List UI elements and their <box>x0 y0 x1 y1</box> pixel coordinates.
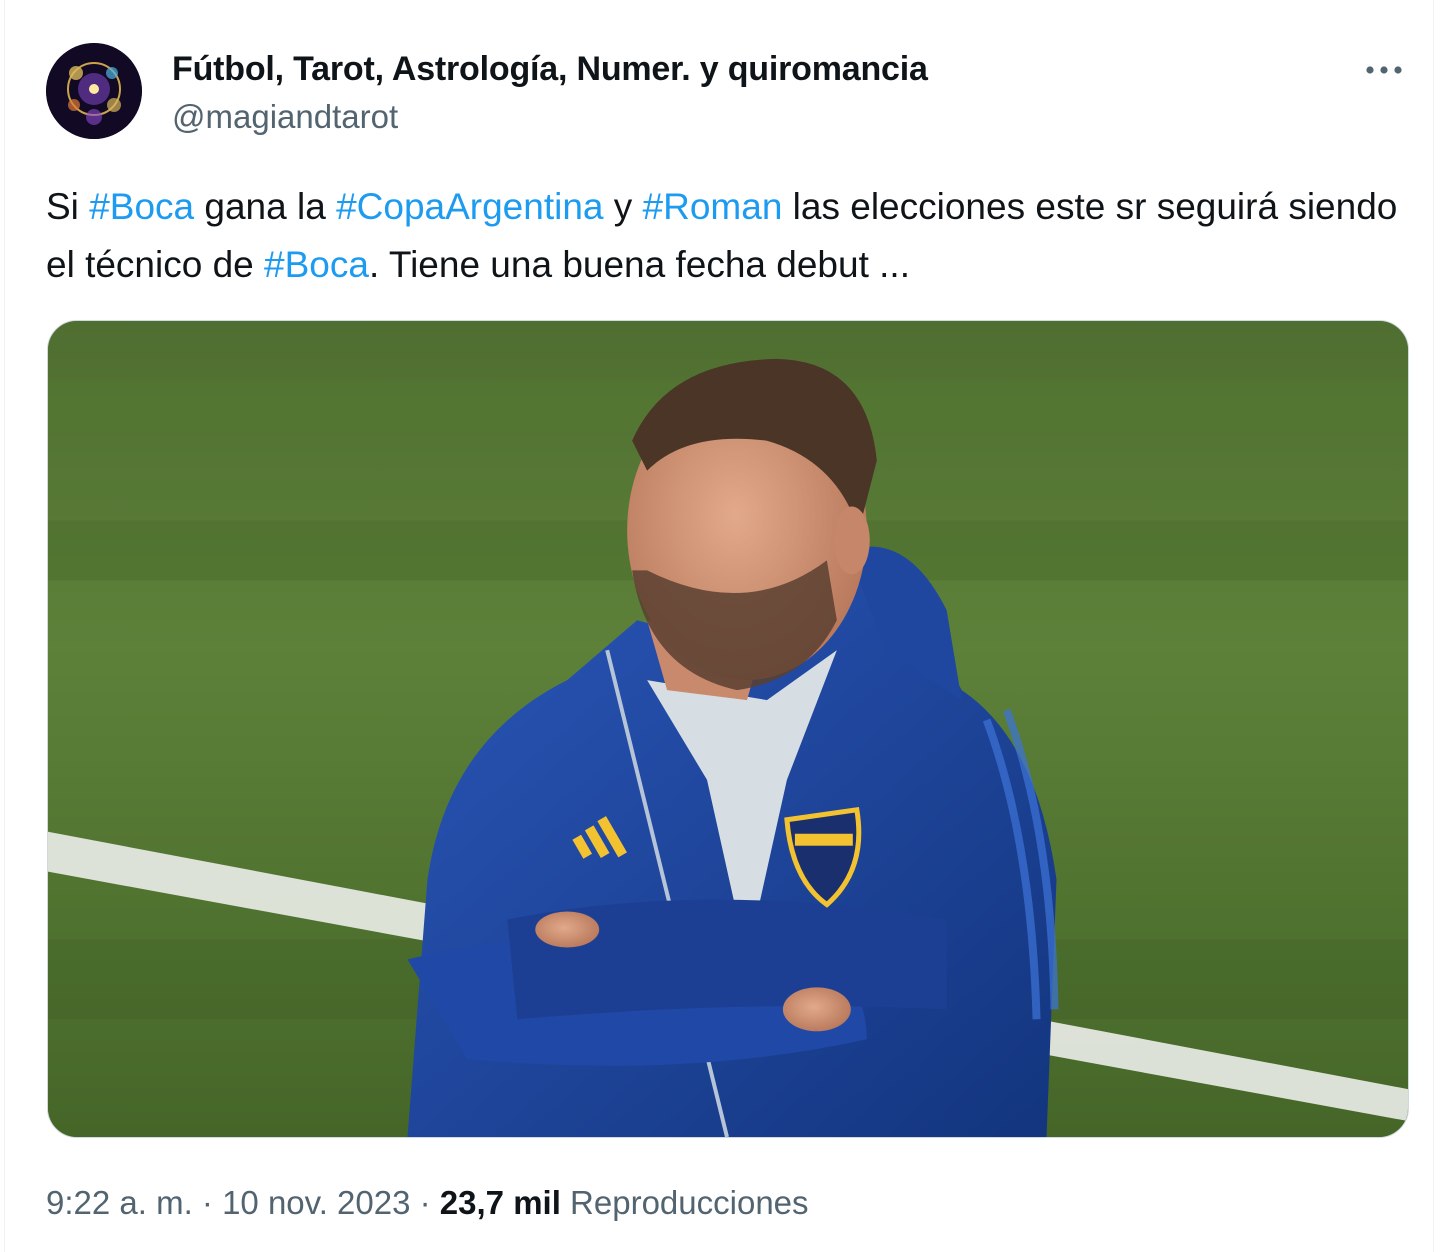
avatar[interactable] <box>46 43 142 139</box>
hashtag-link-boca[interactable]: #Boca <box>264 244 369 285</box>
avatar-image <box>46 43 142 139</box>
tweet-meta: 9:22 a. m. · 10 nov. 2023 · 23,7 mil Rep… <box>46 1184 809 1222</box>
meta-separator: · <box>410 1184 440 1221</box>
meta-separator: · <box>192 1184 223 1221</box>
text-segment: Si <box>46 186 90 227</box>
hashtag-link-copaargentina[interactable]: #CopaArgentina <box>336 186 603 227</box>
tweet-time[interactable]: 9:22 a. m. <box>46 1184 193 1221</box>
text-segment: . Tiene una buena fecha debut ... <box>368 244 910 285</box>
tweet-date[interactable]: 10 nov. 2023 <box>222 1184 410 1221</box>
photo-coach-on-pitch <box>48 321 1408 1137</box>
text-segment: y <box>603 186 643 227</box>
views-count: 23,7 mil <box>439 1184 561 1221</box>
tweet-photo[interactable] <box>47 320 1409 1138</box>
views-label: Reproducciones <box>570 1184 809 1221</box>
hashtag-link-roman[interactable]: #Roman <box>643 186 783 227</box>
hashtag-link-boca[interactable]: #Boca <box>89 186 194 227</box>
text-segment: gana la <box>194 186 337 227</box>
author-display-name[interactable]: Fútbol, Tarot, Astrología, Numer. y quir… <box>172 50 928 89</box>
more-options-button[interactable] <box>1362 50 1406 90</box>
more-horizontal-icon <box>1366 66 1402 74</box>
tweet-text: Si #Boca gana la #CopaArgentina y #Roman… <box>46 178 1406 294</box>
author-handle[interactable]: @magiandtarot <box>172 98 398 136</box>
